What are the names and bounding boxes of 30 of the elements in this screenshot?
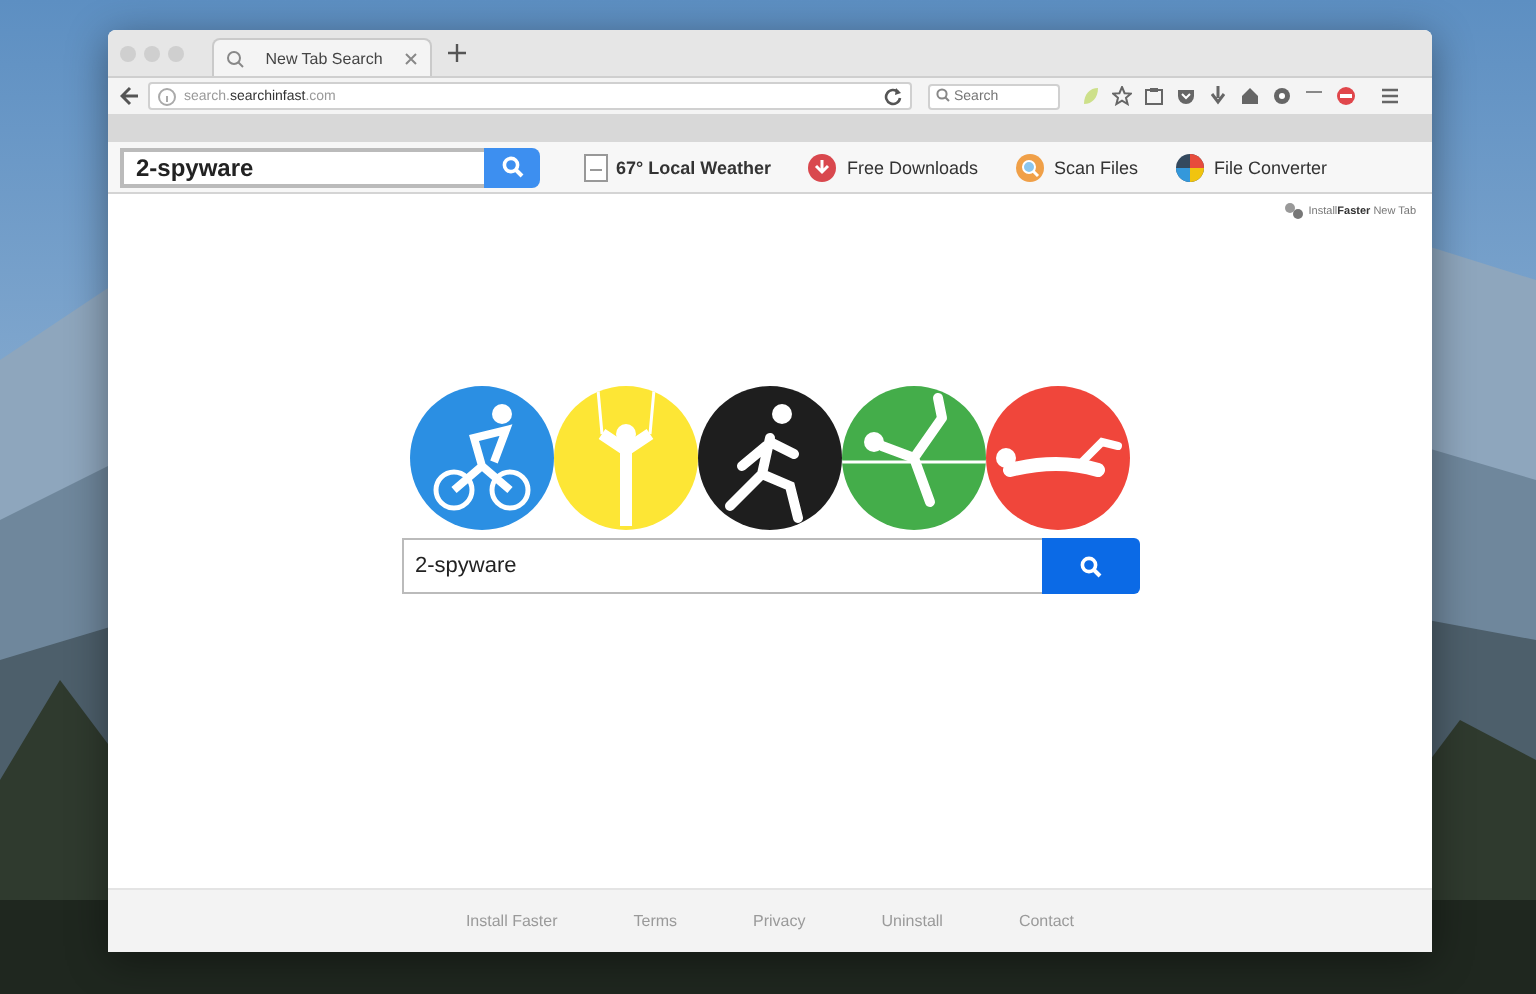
search-button[interactable] xyxy=(1041,538,1139,594)
stop-sign-icon[interactable] xyxy=(1336,86,1356,106)
browser-tab[interactable]: New Tab Search xyxy=(212,38,432,76)
clipboard-icon[interactable] xyxy=(1144,86,1164,106)
new-tab-icon[interactable] xyxy=(448,44,466,62)
weather-icon[interactable] xyxy=(584,153,608,181)
search-field[interactable]: 2-spyware xyxy=(401,538,1041,594)
tab-title: New Tab Search xyxy=(263,49,385,67)
search-icon xyxy=(1079,555,1101,577)
pie-icon xyxy=(1176,153,1205,181)
search-button[interactable] xyxy=(484,147,540,187)
download-icon xyxy=(808,153,837,181)
toolbar-link[interactable]: Free Downloads xyxy=(808,153,978,181)
close-icon[interactable] xyxy=(404,51,418,65)
menu-icon[interactable] xyxy=(1380,86,1400,106)
magnifier-icon xyxy=(1016,153,1044,181)
search-field[interactable]: 2-spyware xyxy=(120,147,484,187)
home-icon[interactable] xyxy=(1240,86,1260,106)
toolbar-link[interactable]: File Converter xyxy=(1176,153,1328,181)
search-icon xyxy=(226,49,244,67)
weather-label[interactable]: 67° Local Weather xyxy=(616,157,771,177)
search-icon xyxy=(936,88,950,102)
back-icon[interactable] xyxy=(120,86,140,106)
star-icon[interactable] xyxy=(1112,86,1132,106)
download-icon[interactable] xyxy=(1208,86,1228,106)
reload-icon[interactable] xyxy=(884,87,902,105)
chat-icon[interactable] xyxy=(1272,86,1292,106)
search-icon xyxy=(501,156,523,178)
pocket-icon[interactable] xyxy=(1176,86,1196,106)
toolbar-link[interactable]: Scan Files xyxy=(1016,153,1139,181)
